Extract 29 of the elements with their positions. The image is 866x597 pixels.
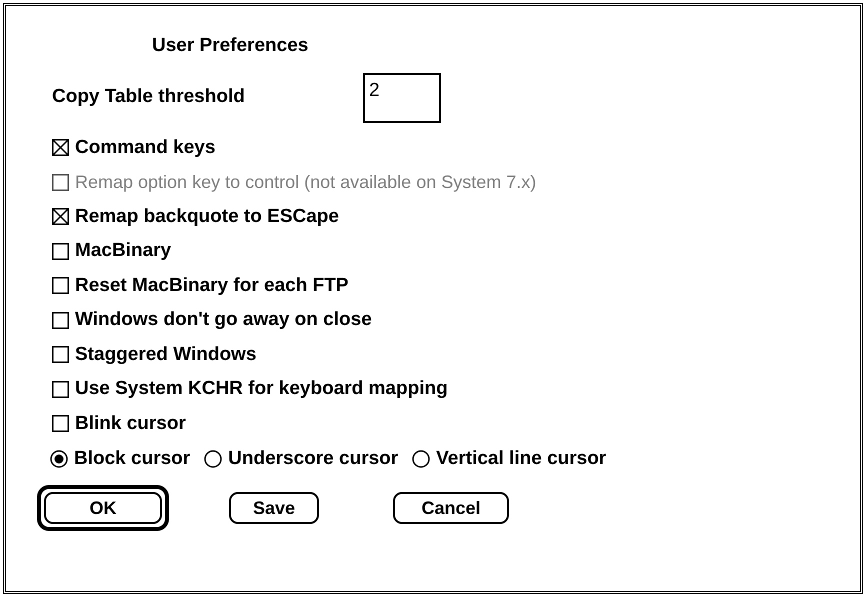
checkbox[interactable]: [52, 312, 69, 329]
radio-label: Underscore cursor: [228, 446, 398, 471]
threshold-field[interactable]: 2: [363, 72, 441, 122]
checkbox-label: Use System KCHR for keyboard mapping: [75, 377, 448, 401]
threshold-label: Copy Table threshold: [52, 85, 246, 110]
checkbox[interactable]: [52, 346, 69, 364]
checkbox-label: Windows don't go away on close: [75, 308, 372, 332]
radio-button[interactable]: [204, 450, 222, 468]
dialog-button[interactable]: Cancel: [393, 492, 509, 524]
radio-label: Block cursor: [74, 446, 190, 471]
checkbox[interactable]: [52, 208, 69, 226]
checkbox[interactable]: [52, 415, 69, 432]
checkbox-label: Command keys: [75, 136, 216, 160]
dialog-title: User Preferences: [152, 34, 310, 58]
checkbox-label: Remap backquote to ESCape: [75, 204, 339, 228]
dialog-button[interactable]: Save: [229, 492, 319, 524]
checkbox[interactable]: [52, 139, 69, 156]
dialog-button[interactable]: OK: [37, 485, 169, 531]
radio-label: Vertical line cursor: [436, 446, 606, 471]
checkbox[interactable]: [52, 277, 69, 294]
checkbox[interactable]: [52, 242, 69, 260]
checkbox-label: Staggered Windows: [75, 342, 256, 366]
checkbox[interactable]: [52, 380, 69, 398]
checkbox-label: Blink cursor: [75, 412, 186, 436]
radio-button[interactable]: [50, 450, 68, 468]
checkbox-label: Remap option key to control (not available on System 7.x): [75, 170, 536, 194]
radio-button[interactable]: [412, 450, 430, 468]
checkbox-label: Reset MacBinary for each FTP: [75, 274, 348, 298]
checkbox-label: MacBinary: [75, 239, 172, 263]
